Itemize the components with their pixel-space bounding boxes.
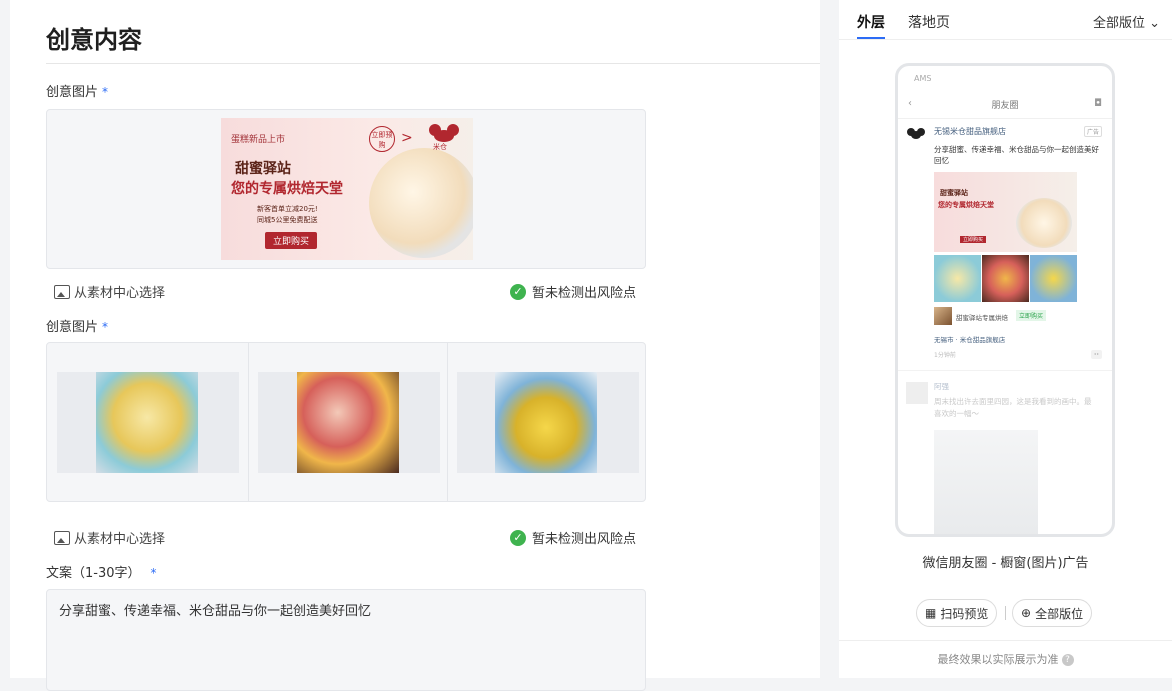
more-icon: ·· [1090, 350, 1102, 359]
cake-photo-3 [495, 372, 597, 473]
banner-promo: 新客首单立减20元! 同城5公里免费配送 [257, 205, 318, 224]
banner-cta: 立即购买 [265, 232, 318, 249]
friend-avatar [906, 382, 928, 404]
all-layouts-button[interactable]: ⊕ 全部版位 [1012, 599, 1093, 627]
layout-select[interactable]: 全部版位 ⌄ [1093, 12, 1160, 31]
product-name: 甜蜜驿站专属烘焙 [956, 314, 1008, 322]
tab-landing[interactable]: 落地页 [908, 12, 950, 32]
creative-image-label-2: 创意图片 * [46, 320, 109, 335]
friend-text: 周末找出许去面里四园，这是我看到的画中。最喜欢的一幅～ [934, 397, 1092, 418]
preview-panel: 外层 落地页 全部版位 ⌄ AMS ‹ 朋友圈 ◘ 无锡米仓甜品旗舰店 广告 分… [839, 0, 1172, 678]
cake-illustration [369, 148, 473, 258]
brand-logo: 米仓 [429, 124, 459, 151]
image-library-icon [54, 530, 70, 545]
copy-label: 文案（1-30字） * [46, 566, 157, 581]
zoom-plus-icon: ⊕ [1021, 606, 1032, 620]
qr-code-icon: ▦ [925, 606, 937, 620]
help-icon[interactable]: ? [1061, 654, 1074, 666]
post-thumb-3 [1030, 255, 1077, 302]
ad-tag: 广告 [1083, 126, 1102, 137]
image-cell-2[interactable] [248, 343, 448, 501]
friend-image [934, 430, 1038, 534]
scan-preview-button[interactable]: ▦ 扫码预览 [916, 599, 998, 627]
cake-photo-1 [96, 372, 198, 473]
camera-icon: ◘ [1094, 98, 1102, 109]
banner-badge: 立即预购 [369, 126, 395, 152]
risk-status-1: ✓ 暂未检测出风险点 [510, 282, 636, 301]
image-library-icon [54, 284, 70, 299]
product-thumb [934, 307, 952, 325]
banner-line3: 您的专属烘焙天堂 [231, 181, 343, 197]
creative-image-label-1: 创意图片 * [46, 85, 109, 100]
banner-line1: 蛋糕新品上市 [231, 135, 286, 145]
post-thumb-2 [982, 255, 1029, 302]
preview-footnote: 最终效果以实际展示为准? [839, 651, 1172, 667]
copy-textarea[interactable]: 分享甜蜜、传递幸福、米仓甜品与你一起创造美好回忆 [46, 589, 646, 691]
creative-content-panel: 创意内容 创意图片 * 蛋糕新品上市 甜蜜驿站 您的专属烘焙天堂 新客首单立减20… [10, 0, 820, 691]
phone-status: AMS [914, 74, 932, 83]
check-circle-icon: ✓ [510, 529, 526, 546]
advertiser-name: 无锡米仓甜品旗舰店 [934, 127, 1006, 136]
banner-line2: 甜蜜驿站 [235, 161, 291, 177]
phone-mockup: AMS ‹ 朋友圈 ◘ 无锡米仓甜品旗舰店 广告 分享甜蜜、传递幸福、米仓甜品与… [895, 63, 1115, 537]
advertiser-avatar [906, 126, 926, 140]
creative-image-box-1[interactable]: 蛋糕新品上市 甜蜜驿站 您的专属烘焙天堂 新客首单立减20元! 同城5公里免费配送… [46, 109, 646, 269]
arrow-icon: > [401, 130, 413, 146]
title-divider [46, 63, 820, 64]
banner-image[interactable]: 蛋糕新品上市 甜蜜驿站 您的专属烘焙天堂 新客首单立减20元! 同城5公里免费配送… [221, 118, 473, 260]
choose-from-library-link-2[interactable]: 从素材中心选择 [54, 528, 165, 547]
phone-nav-title: 朋友圈 [991, 101, 1019, 111]
choose-from-library-link-1[interactable]: 从素材中心选择 [54, 282, 165, 301]
cake-photo-2 [297, 372, 399, 473]
image-cell-1[interactable] [47, 343, 249, 501]
preview-caption: 微信朋友圈 - 橱窗(图片)广告 [922, 556, 1089, 571]
post-time: 1分钟前 [934, 352, 956, 359]
chevron-down-icon: ⌄ [1149, 16, 1160, 31]
buy-button: 立即购买 [1016, 310, 1047, 321]
creative-image-box-2 [46, 342, 646, 502]
post-banner: 甜蜜驿站 您的专属烘焙天堂 立即购买 [934, 172, 1077, 252]
post-thumb-1 [934, 255, 981, 302]
friend-name: 阿强 [934, 382, 949, 391]
image-cell-3[interactable] [447, 343, 645, 501]
tab-outer[interactable]: 外层 [857, 12, 885, 32]
post-text: 分享甜蜜、传递幸福、米仓甜品与你一起创造美好回忆 [934, 145, 1099, 165]
check-circle-icon: ✓ [510, 283, 526, 300]
page-title: 创意内容 [46, 26, 142, 54]
post-location: 无锡市 · 米仓甜品旗舰店 [934, 336, 1006, 344]
risk-status-2: ✓ 暂未检测出风险点 [510, 528, 636, 547]
